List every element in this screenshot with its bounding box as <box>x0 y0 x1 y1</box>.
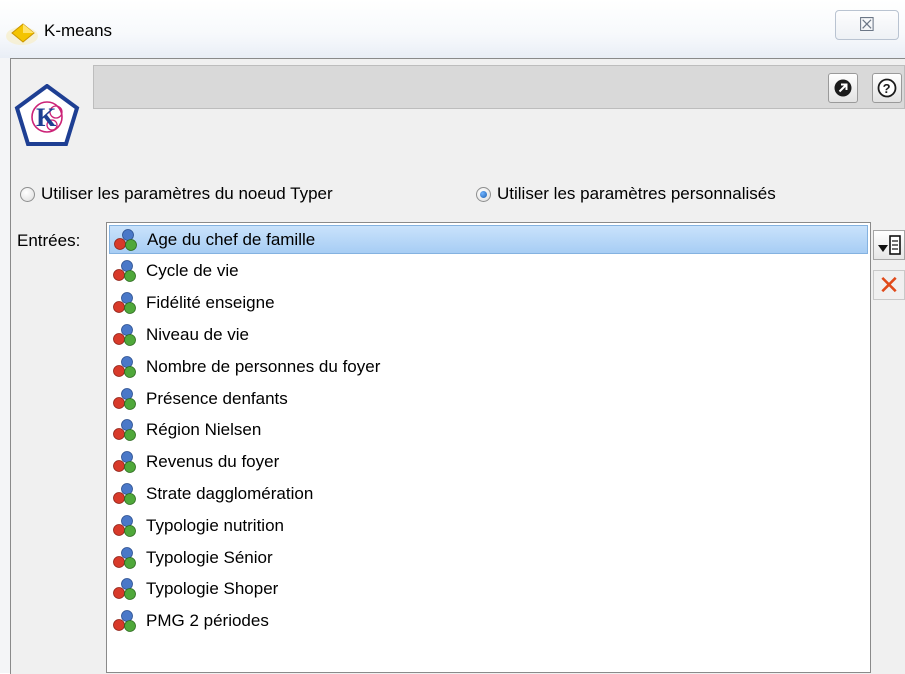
list-item-label: Typologie nutrition <box>146 515 284 535</box>
help-icon: ? <box>877 78 897 98</box>
field-type-icon <box>113 610 136 632</box>
list-item[interactable]: Cycle de vie <box>109 257 239 286</box>
list-item[interactable]: Région Nielsen <box>109 416 261 445</box>
svg-text:?: ? <box>883 81 891 96</box>
list-item-label: Cycle de vie <box>146 261 239 281</box>
field-type-icon <box>113 355 136 378</box>
field-type-icon <box>113 323 136 346</box>
field-picker-icon <box>878 235 901 255</box>
list-item[interactable]: Revenus du foyer <box>109 448 279 477</box>
field-type-icon <box>113 482 136 505</box>
open-icon <box>834 79 852 97</box>
list-item[interactable]: Typologie nutrition <box>109 511 284 540</box>
radio-button[interactable] <box>20 186 35 202</box>
list-item[interactable]: Age du chef de famille <box>109 225 868 254</box>
field-type-icon <box>114 228 137 251</box>
window-edge <box>0 58 10 673</box>
list-item-label: Fidélité enseigne <box>146 293 275 313</box>
list-item[interactable]: Niveau de vie <box>109 320 249 349</box>
field-type-icon <box>113 260 136 283</box>
radio-use-typer[interactable]: Utiliser les paramètres du noeud Typer <box>20 182 333 206</box>
window-title: K-means <box>44 21 113 40</box>
radio-button-selected[interactable] <box>476 186 491 202</box>
field-type-icon <box>113 546 136 569</box>
list-item[interactable]: Typologie Shoper <box>109 575 278 604</box>
field-type-icon <box>113 419 136 442</box>
list-item-label: Présence denfants <box>146 388 288 408</box>
radio-use-custom[interactable]: Utiliser les paramètres personnalisés <box>476 182 776 206</box>
field-type-icon <box>113 292 136 314</box>
list-item[interactable]: PMG 2 périodes <box>109 607 269 636</box>
list-item-label: Typologie Shoper <box>146 579 279 599</box>
list-item[interactable]: Typologie Sénior <box>109 543 273 572</box>
list-item-label: PMG 2 périodes <box>146 611 269 631</box>
list-item-label: Strate dagglomération <box>146 483 314 503</box>
list-item-label: Région Nielsen <box>146 420 262 440</box>
delete-icon: ✕ <box>878 270 900 300</box>
fields-label: Entrées: <box>17 231 81 250</box>
fields-list[interactable]: Age du chef de famille Cycle de vie Fidéli… <box>106 222 871 673</box>
diamond-icon <box>6 23 38 45</box>
radio-label: Utiliser les paramètres personnalisés <box>497 184 776 203</box>
open-button[interactable] <box>828 73 858 103</box>
field-type-icon <box>113 451 136 473</box>
kmeans-node-icon: K <box>14 84 80 146</box>
field-type-icon <box>113 387 136 410</box>
list-item[interactable]: Strate dagglomération <box>109 479 313 508</box>
radio-label: Utiliser les paramètres du noeud Typer <box>41 184 333 203</box>
list-item[interactable]: Présence denfants <box>109 384 288 413</box>
node-icon-letter: K <box>36 103 57 132</box>
delete-button[interactable]: ✕ <box>873 270 905 300</box>
list-item[interactable]: Nombre de personnes du foyer <box>109 352 380 381</box>
list-item-label: Typologie Sénior <box>146 547 273 567</box>
list-item-label: Age du chef de famille <box>147 229 316 249</box>
field-type-icon <box>113 578 136 601</box>
list-item-label: Revenus du foyer <box>146 452 280 472</box>
title-bar: K-means ☒ <box>0 0 905 58</box>
list-item[interactable]: Fidélité enseigne <box>109 289 275 318</box>
help-button[interactable]: ? <box>872 73 902 103</box>
list-item-label: Niveau de vie <box>146 324 250 344</box>
list-item-label: Nombre de personnes du foyer <box>146 356 381 376</box>
header-bar <box>93 65 905 109</box>
close-icon: ☒ <box>858 14 876 36</box>
field-picker-button[interactable] <box>873 230 905 260</box>
close-button[interactable]: ☒ <box>835 10 899 40</box>
field-type-icon <box>113 514 136 537</box>
